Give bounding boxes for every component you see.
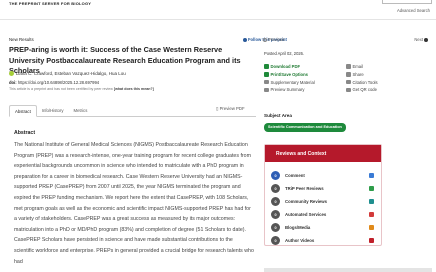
review-type-icon bbox=[369, 212, 374, 217]
review-row-trip-peer-reviews[interactable]: 0 TRiP Peer Reviews bbox=[271, 184, 379, 193]
next-label: Next bbox=[414, 37, 423, 42]
disclaimer-link[interactable]: [what does this mean?] bbox=[114, 87, 154, 91]
follow-icon bbox=[243, 37, 247, 42]
supplement-icon bbox=[264, 79, 269, 85]
action-label: Citation Tools bbox=[352, 79, 378, 85]
chevron-right-icon bbox=[424, 37, 428, 42]
article-category: New Results bbox=[9, 37, 34, 42]
tab-metrics[interactable]: Metrics bbox=[69, 105, 93, 117]
reviews-panel: Reviews and Context 0 Comment 0 TRiP Peer R… bbox=[264, 144, 382, 246]
review-label: Blogs/Media bbox=[285, 225, 311, 230]
abstract-text: The National Institute of General Medica… bbox=[14, 142, 254, 265]
action-supplementary-material[interactable]: Supplementary Material bbox=[264, 80, 346, 85]
preview-pdf-button[interactable]: ▯ Preview PDF bbox=[216, 106, 245, 112]
chevron-left-icon bbox=[263, 37, 267, 42]
pdf-icon bbox=[264, 64, 269, 69]
sidebar-placeholder bbox=[264, 268, 432, 272]
qr-icon bbox=[346, 87, 351, 93]
previous-link[interactable]: Previous bbox=[263, 37, 284, 42]
action-label: Download PDF bbox=[270, 64, 301, 69]
review-count-badge: 0 bbox=[271, 171, 280, 180]
tab-abstract[interactable]: Abstract bbox=[9, 105, 37, 117]
review-type-icon bbox=[369, 186, 374, 191]
author-list: Dana C. Crawford, Esteban Vazquez-Hidalg… bbox=[9, 71, 126, 76]
action-email[interactable]: Email bbox=[346, 64, 426, 69]
action-label: Share bbox=[352, 71, 364, 77]
article-actions: Download PDF Email Print/Save Options Share… bbox=[264, 64, 429, 92]
action-label: Email bbox=[352, 64, 363, 69]
action-download-pdf[interactable]: Download PDF bbox=[264, 64, 346, 69]
review-count-badge: 0 bbox=[271, 184, 280, 193]
previous-label: Previous bbox=[268, 37, 285, 42]
preview-pdf-label: Preview PDF bbox=[219, 106, 245, 111]
action-preview-summary[interactable]: Preview Summary bbox=[264, 87, 346, 92]
action-label: Preview Summary bbox=[270, 87, 305, 93]
authors-text[interactable]: Dana C. Crawford, Esteban Vazquez-Hidalg… bbox=[16, 71, 126, 76]
share-icon bbox=[346, 72, 351, 77]
review-label: TRiP Peer Reviews bbox=[285, 186, 324, 191]
orcid-icon[interactable] bbox=[9, 71, 14, 76]
header-divider bbox=[0, 19, 436, 20]
doi-line: doi: https://doi.org/10.64898/2025.12.28… bbox=[9, 80, 99, 85]
next-link[interactable]: Next bbox=[414, 37, 428, 42]
tab-info-history[interactable]: Info/History bbox=[37, 105, 69, 117]
review-row-automated-services[interactable]: 0 Automated Services bbox=[271, 210, 379, 219]
advanced-search-link[interactable]: Advanced Search bbox=[397, 8, 430, 13]
review-label: Community Reviews bbox=[285, 199, 328, 204]
reviews-heading: Reviews and Context bbox=[265, 145, 381, 162]
action-label: Get QR code bbox=[352, 87, 377, 93]
subject-area-heading: Subject Area bbox=[264, 113, 292, 118]
peer-review-disclaimer: This article is a preprint and has not b… bbox=[9, 87, 154, 91]
review-type-icon bbox=[369, 238, 374, 243]
disclaimer-text: This article is a preprint and has not b… bbox=[9, 87, 113, 91]
search-input[interactable] bbox=[382, 0, 432, 4]
review-count-badge: 0 bbox=[271, 236, 280, 245]
review-row-blogs-media[interactable]: 0 Blogs/Media bbox=[271, 223, 379, 232]
action-label: Supplementary Material bbox=[270, 79, 315, 85]
review-count-badge: 0 bbox=[271, 210, 280, 219]
doi-link[interactable]: https://doi.org/10.64898/2025.12.28.6979… bbox=[18, 80, 99, 85]
action-citation-tools[interactable]: Citation Tools bbox=[346, 80, 426, 85]
abstract-heading: Abstract bbox=[14, 130, 36, 136]
action-get-qr-code[interactable]: Get QR code bbox=[346, 87, 426, 92]
site-tagline: THE PREPRINT SERVER FOR BIOLOGY bbox=[9, 1, 92, 6]
review-row-author-videos[interactable]: 0 Author Videos bbox=[271, 236, 379, 245]
review-count-badge: 0 bbox=[271, 223, 280, 232]
subject-badge[interactable]: Scientific Communication and Education bbox=[264, 123, 346, 132]
action-share[interactable]: Share bbox=[346, 72, 426, 77]
doi-label: doi: bbox=[9, 80, 17, 85]
posted-date: Posted April 02, 2026. bbox=[264, 51, 305, 56]
action-label: Print/Save Options bbox=[270, 71, 308, 77]
review-label: Automated Services bbox=[285, 212, 327, 217]
review-type-icon bbox=[369, 173, 374, 178]
review-count-badge: 0 bbox=[271, 197, 280, 206]
print-icon bbox=[264, 72, 269, 77]
review-type-icon bbox=[369, 199, 374, 204]
citation-icon bbox=[346, 79, 351, 85]
summary-icon bbox=[264, 87, 269, 93]
review-row-comment[interactable]: 0 Comment bbox=[271, 171, 379, 180]
email-icon bbox=[346, 64, 351, 69]
review-label: Comment bbox=[285, 173, 305, 178]
review-row-community-reviews[interactable]: 0 Community Reviews bbox=[271, 197, 379, 206]
action-print-save-options[interactable]: Print/Save Options bbox=[264, 72, 346, 77]
review-type-icon bbox=[369, 225, 374, 230]
review-label: Author Videos bbox=[285, 238, 315, 243]
